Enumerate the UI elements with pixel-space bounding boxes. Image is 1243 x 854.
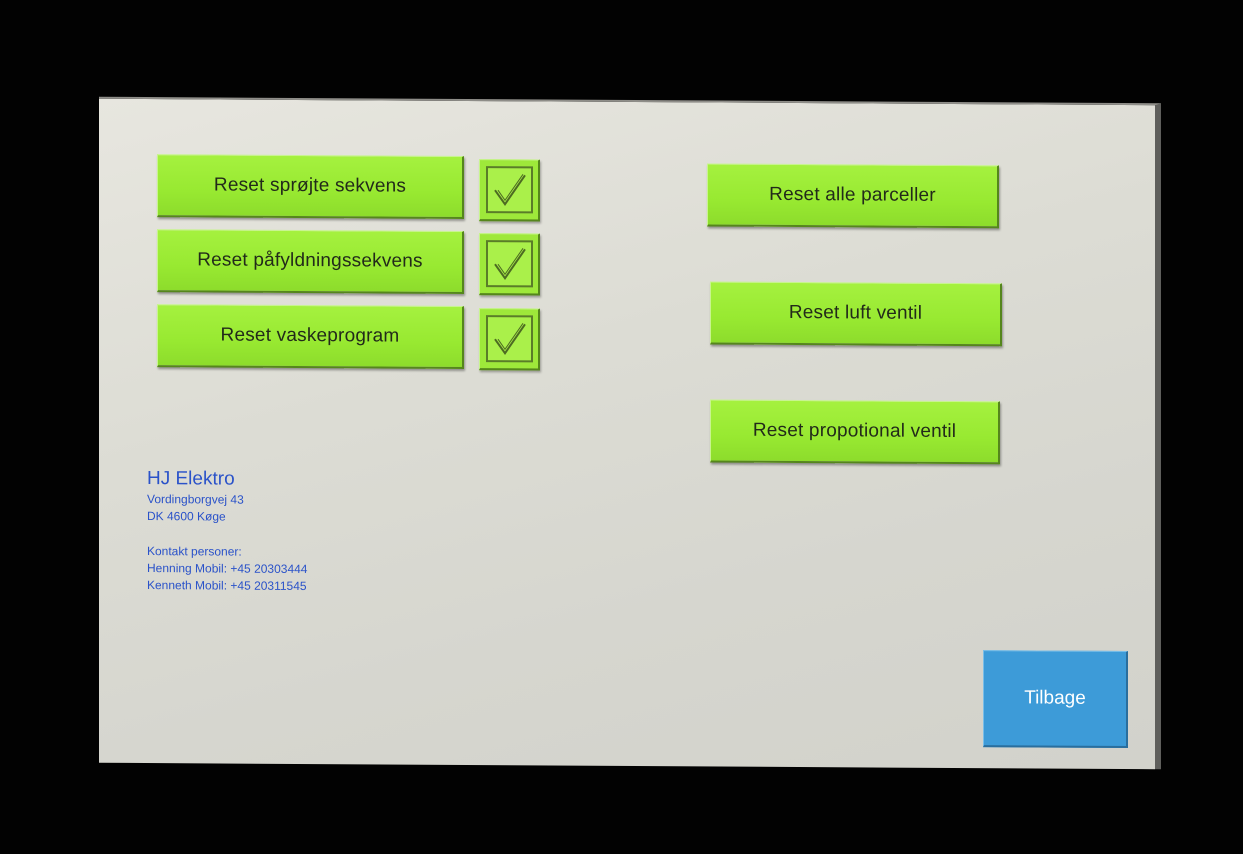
vaske-checkbox[interactable]: [479, 308, 540, 371]
reset-pafyldningssekvens-button[interactable]: Reset påfyldningssekvens: [157, 229, 464, 294]
reset-sprojte-sekvens-label: Reset sprøjte sekvens: [213, 174, 407, 197]
reset-sprojte-sekvens-button[interactable]: Reset sprøjte sekvens: [157, 154, 464, 219]
reset-propotional-ventil-label: Reset propotional ventil: [752, 419, 957, 442]
contact-persons-heading: Kontakt personer:: [147, 544, 242, 559]
reset-luft-ventil-label: Reset luft ventil: [788, 301, 923, 324]
vaske-checkbox-box: [485, 315, 533, 363]
sprojte-checkbox[interactable]: [479, 159, 540, 222]
checkmark-icon: [494, 247, 526, 280]
contact-person-kenneth: Kenneth Mobil: +45 20311545: [147, 578, 307, 594]
reset-alle-parceller-label: Reset alle parceller: [769, 183, 936, 206]
pafyldning-checkbox[interactable]: [479, 233, 540, 296]
reset-vaskeprogram-label: Reset vaskeprogram: [220, 324, 400, 347]
monitor-bezel: Reset sprøjte sekvens Reset påfyldningss…: [0, 0, 1243, 854]
pafyldning-checkbox-box: [485, 240, 533, 288]
company-city: DK 4600 Køge: [147, 509, 226, 524]
reset-luft-ventil-button[interactable]: Reset luft ventil: [710, 281, 1002, 347]
sprojte-checkbox-box: [485, 166, 533, 214]
contact-person-henning: Henning Mobil: +45 20303444: [147, 561, 308, 577]
reset-propotional-ventil-button[interactable]: Reset propotional ventil: [710, 399, 1000, 465]
tilbage-label: Tilbage: [1024, 687, 1086, 709]
checkmark-icon: [494, 173, 526, 206]
reset-alle-parceller-button[interactable]: Reset alle parceller: [707, 163, 999, 229]
checkmark-icon: [494, 322, 526, 355]
reset-pafyldningssekvens-label: Reset påfyldningssekvens: [197, 249, 423, 272]
tilbage-button[interactable]: Tilbage: [983, 650, 1128, 749]
touch-screen: Reset sprøjte sekvens Reset påfyldningss…: [99, 96, 1161, 770]
contact-spacer: [147, 525, 307, 544]
company-name: HJ Elektro: [147, 468, 235, 490]
reset-vaskeprogram-button[interactable]: Reset vaskeprogram: [157, 304, 464, 369]
contact-info: HJ Elektro Vordingborgvej 43 DK 4600 Køg…: [147, 467, 307, 595]
company-street: Vordingborgvej 43: [147, 492, 244, 507]
